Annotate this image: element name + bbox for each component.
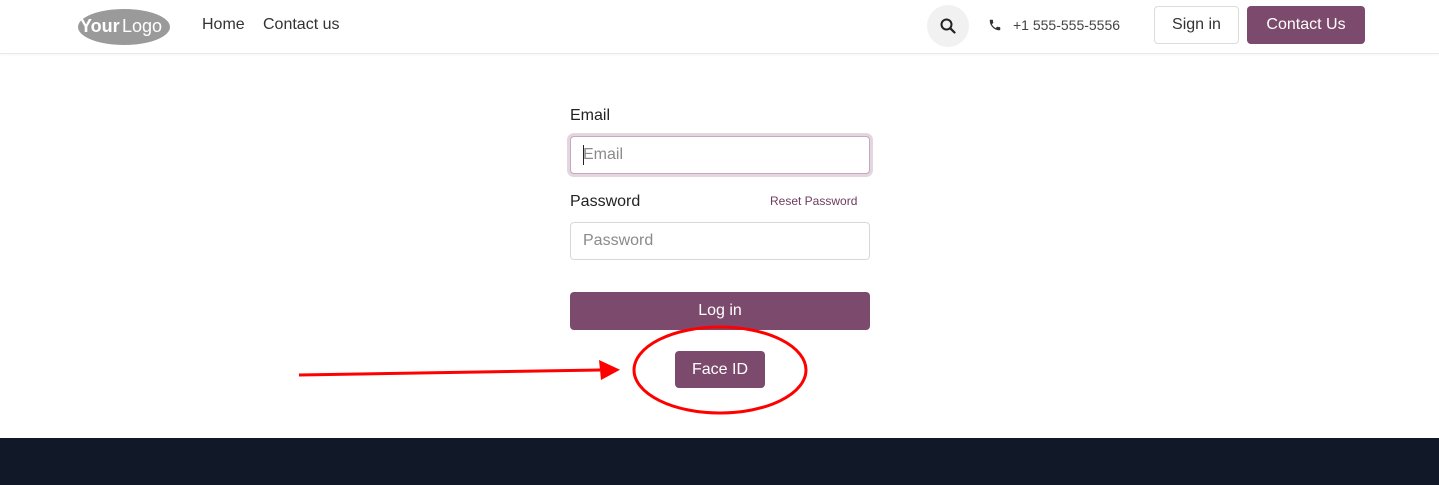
phone-icon bbox=[989, 19, 1001, 31]
nav-contact-link[interactable]: Contact us bbox=[263, 16, 339, 34]
nav-home-link[interactable]: Home bbox=[202, 16, 245, 34]
text-caret bbox=[583, 145, 584, 165]
svg-text:Logo: Logo bbox=[122, 16, 162, 36]
log-in-button[interactable]: Log in bbox=[570, 292, 870, 330]
face-id-button[interactable]: Face ID bbox=[675, 351, 765, 388]
contact-us-button[interactable]: Contact Us bbox=[1247, 6, 1365, 44]
sign-in-button[interactable]: Sign in bbox=[1154, 6, 1239, 44]
annotation-arrow-shaft bbox=[298, 368, 601, 377]
email-label: Email bbox=[570, 107, 611, 124]
logo[interactable]: Your Logo bbox=[74, 7, 171, 45]
site-header: Your Logo Home Contact us +1 555-555-555… bbox=[0, 0, 1439, 54]
password-label: Password bbox=[570, 193, 641, 210]
search-button[interactable] bbox=[927, 5, 969, 47]
phone-number: +1 555-555-5556 bbox=[1013, 17, 1121, 33]
password-field[interactable] bbox=[570, 222, 870, 260]
reset-password-link[interactable]: Reset Password bbox=[770, 194, 857, 208]
svg-text:Your: Your bbox=[80, 16, 120, 36]
phone-contact[interactable]: +1 555-555-5556 bbox=[988, 17, 1120, 33]
footer bbox=[0, 438, 1439, 485]
search-icon bbox=[940, 18, 956, 34]
annotation-arrow-head bbox=[599, 360, 620, 380]
email-field[interactable] bbox=[570, 136, 870, 174]
